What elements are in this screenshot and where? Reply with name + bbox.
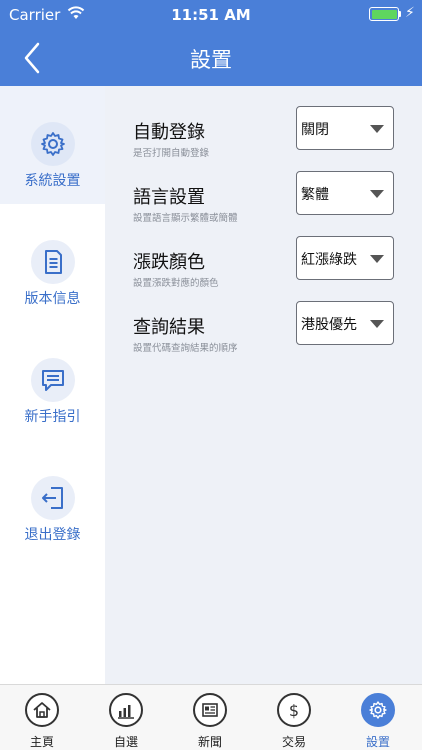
setting-auto-login: 自動登錄 是否打開自動登錄 關閉: [105, 106, 422, 178]
battery-icon: [369, 7, 399, 21]
battery-tip: [399, 11, 401, 17]
top-bar: Carrier 11:51 AM ⚡ 設置: [0, 0, 422, 86]
tab-news[interactable]: 新聞: [168, 685, 252, 750]
home-icon: [25, 693, 59, 727]
sidebar-item-label: 版本信息: [24, 291, 81, 307]
status-bar: Carrier 11:51 AM ⚡: [0, 0, 422, 30]
setting-title: 漲跌顏色: [133, 252, 205, 273]
query-result-dropdown[interactable]: 港股優先: [296, 301, 394, 345]
nav-bar: 設置: [0, 30, 422, 86]
document-icon: [31, 240, 75, 284]
setting-price-color: 漲跌顏色 設置漲跌對應的顏色 紅漲綠跌: [105, 236, 422, 308]
sidebar-item-logout[interactable]: 退出登錄: [0, 440, 105, 558]
tab-label: 交易: [281, 735, 306, 749]
sidebar-item-system-settings[interactable]: 系統設置: [0, 86, 105, 204]
caret-down-icon: [370, 255, 384, 263]
dollar-icon: $: [277, 693, 311, 727]
news-icon: [193, 693, 227, 727]
tab-home[interactable]: 主頁: [0, 685, 84, 750]
caret-down-icon: [370, 125, 384, 133]
setting-language: 語言設置 設置語言顯示繁體或簡體 繁體: [105, 171, 422, 243]
tab-label: 主頁: [29, 735, 54, 749]
dropdown-value: 港股優先: [301, 317, 357, 333]
setting-description: 是否打開自動登錄: [133, 148, 210, 159]
setting-query-result: 查詢結果 設置代碼查詢結果的順序 港股優先: [105, 301, 422, 373]
dropdown-value: 紅漲綠跌: [301, 252, 357, 268]
sidebar-item-label: 新手指引: [24, 409, 81, 425]
gear-icon: [361, 693, 395, 727]
tab-label: 自選: [113, 735, 138, 749]
tab-bar: 主頁 自選 新聞 $ 交易 設置: [0, 684, 422, 750]
tab-label: 設置: [365, 735, 390, 749]
settings-panel: 自動登錄 是否打開自動登錄 關閉 語言設置 設置語言顯示繁體或簡體 繁體 漲跌顏…: [105, 86, 422, 684]
sidebar-item-label: 系統設置: [24, 173, 81, 189]
clock: 11:51 AM: [171, 6, 251, 24]
sidebar-item-version-info[interactable]: 版本信息: [0, 204, 105, 322]
logout-icon: [31, 476, 75, 520]
setting-description: 設置漲跌對應的顏色: [133, 278, 219, 289]
setting-title: 語言設置: [133, 187, 205, 208]
dropdown-value: 繁體: [301, 187, 329, 203]
auto-login-dropdown[interactable]: 關閉: [296, 106, 394, 150]
dropdown-value: 關閉: [301, 122, 329, 138]
chat-icon: [31, 358, 75, 402]
chart-icon: [109, 693, 143, 727]
setting-description: 設置語言顯示繁體或簡體: [133, 213, 238, 224]
sidebar: 系統設置 版本信息 新手指引 退出登錄: [0, 86, 105, 684]
setting-title: 自動登錄: [133, 122, 205, 143]
charging-icon: ⚡: [405, 5, 415, 21]
tab-trade[interactable]: $ 交易: [252, 685, 336, 750]
page-title: 設置: [190, 48, 232, 72]
tab-settings[interactable]: 設置: [336, 685, 420, 750]
caret-down-icon: [370, 320, 384, 328]
caret-down-icon: [370, 190, 384, 198]
gear-icon: [31, 122, 75, 166]
setting-description: 設置代碼查詢結果的順序: [133, 343, 238, 354]
sidebar-item-beginner-guide[interactable]: 新手指引: [0, 322, 105, 440]
price-color-dropdown[interactable]: 紅漲綠跌: [296, 236, 394, 280]
setting-title: 查詢結果: [133, 317, 205, 338]
sidebar-item-label: 退出登錄: [24, 527, 81, 543]
svg-text:$: $: [289, 701, 299, 720]
tab-watchlist[interactable]: 自選: [84, 685, 168, 750]
tab-label: 新聞: [197, 735, 222, 749]
language-dropdown[interactable]: 繁體: [296, 171, 394, 215]
